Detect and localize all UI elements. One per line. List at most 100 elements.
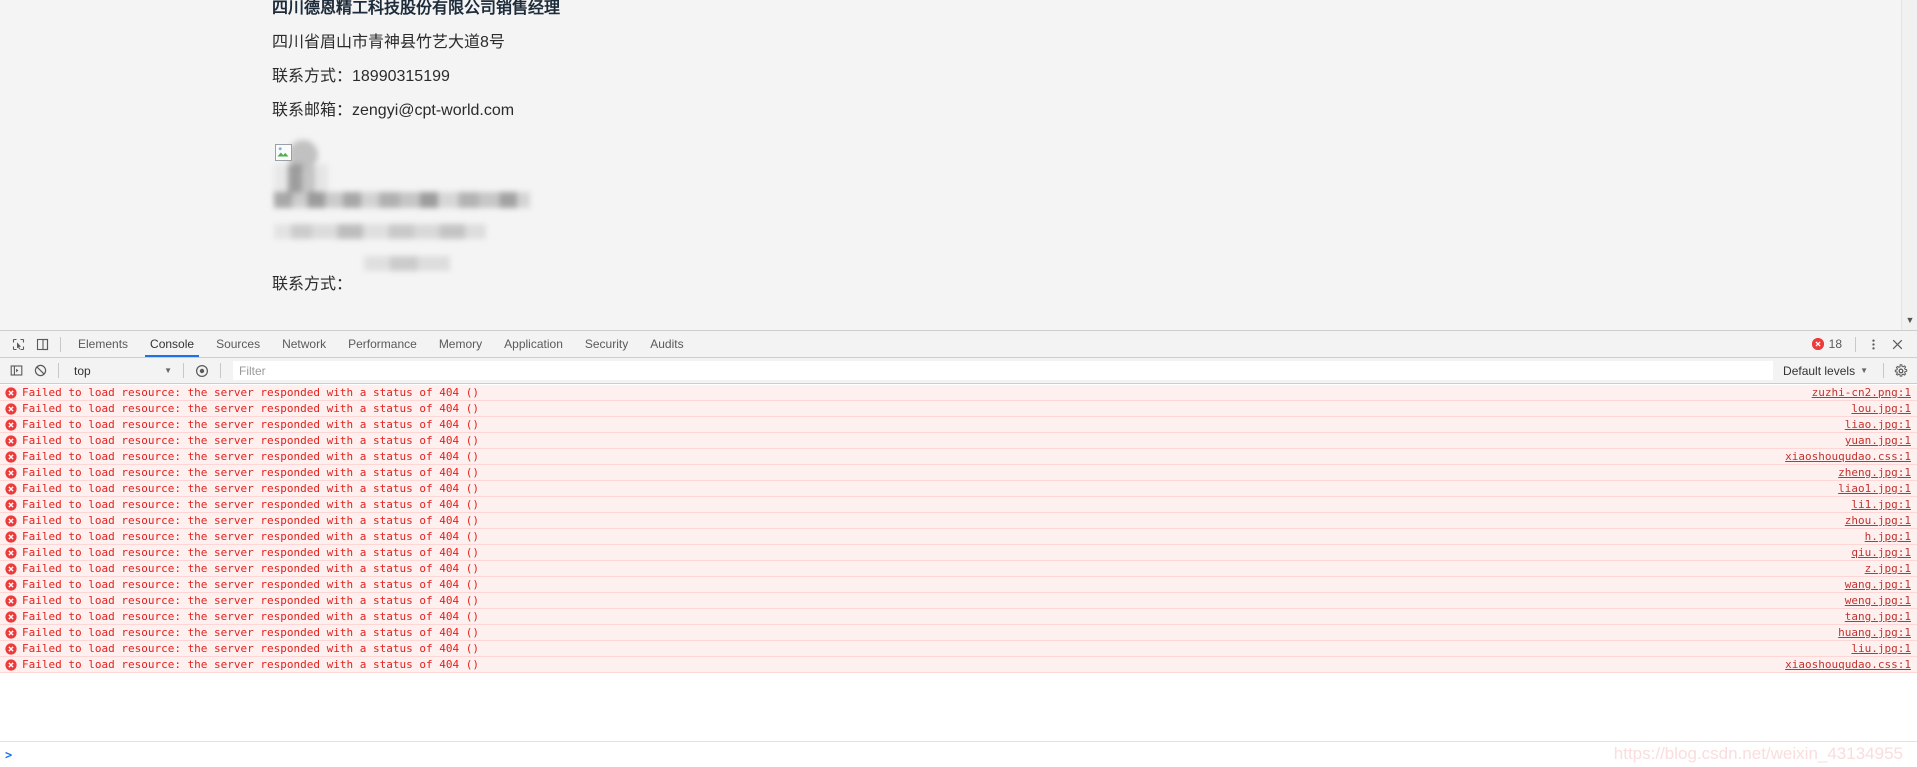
- tab-application[interactable]: Application: [493, 331, 574, 357]
- toolbar-divider: [220, 363, 221, 378]
- console-error-row[interactable]: Failed to load resource: the server resp…: [0, 609, 1917, 625]
- error-icon: [4, 546, 17, 559]
- console-sidebar-toggle-icon[interactable]: [4, 360, 28, 382]
- log-levels-select[interactable]: Default levels ▼: [1773, 361, 1878, 380]
- console-error-row[interactable]: Failed to load resource: the server resp…: [0, 417, 1917, 433]
- page-scrollbar[interactable]: ▼: [1901, 0, 1917, 330]
- toolbar-divider: [58, 363, 59, 378]
- console-message-text: Failed to load resource: the server resp…: [22, 626, 479, 639]
- tab-label: Audits: [650, 337, 684, 351]
- console-toolbar-right: [1878, 360, 1913, 382]
- tab-memory[interactable]: Memory: [428, 331, 493, 357]
- console-error-row[interactable]: Failed to load resource: the server resp…: [0, 593, 1917, 609]
- console-source-link[interactable]: zuzhi-cn2.png:1: [1812, 386, 1911, 399]
- error-icon: [4, 418, 17, 431]
- live-expression-eye-icon[interactable]: [190, 360, 214, 382]
- more-options-icon[interactable]: [1861, 333, 1885, 355]
- console-error-row[interactable]: Failed to load resource: the server resp…: [0, 657, 1917, 673]
- inspect-element-icon[interactable]: [6, 333, 30, 355]
- error-icon: [4, 386, 17, 399]
- console-error-row[interactable]: Failed to load resource: the server resp…: [0, 561, 1917, 577]
- console-source-link[interactable]: liao1.jpg:1: [1838, 482, 1911, 495]
- tabbar-right-controls: 18: [1804, 333, 1911, 355]
- console-error-row[interactable]: Failed to load resource: the server resp…: [0, 577, 1917, 593]
- console-error-row[interactable]: Failed to load resource: the server resp…: [0, 401, 1917, 417]
- error-icon: [4, 578, 17, 591]
- console-toolbar: top ▼ Default levels ▼: [0, 358, 1917, 384]
- console-error-row[interactable]: Failed to load resource: the server resp…: [0, 625, 1917, 641]
- settings-gear-icon[interactable]: [1889, 360, 1913, 382]
- console-source-link[interactable]: wang.jpg:1: [1845, 578, 1911, 591]
- console-source-link[interactable]: yuan.jpg:1: [1845, 434, 1911, 447]
- page-heading: 四川德恩精工科技股份有限公司销售经理: [272, 0, 561, 17]
- toolbar-divider: [60, 336, 61, 352]
- tab-label: Sources: [216, 337, 261, 351]
- console-message-text: Failed to load resource: the server resp…: [22, 610, 479, 623]
- console-source-link[interactable]: zhou.jpg:1: [1845, 514, 1911, 527]
- page-text-line: 联系邮箱：zengyi@cpt-world.com: [272, 102, 515, 119]
- console-filter-input[interactable]: [233, 361, 1774, 380]
- tab-performance[interactable]: Performance: [337, 331, 428, 357]
- devtools-panel: Elements Console Sources Network Perform…: [0, 330, 1917, 767]
- tab-network[interactable]: Network: [271, 331, 337, 357]
- console-source-link[interactable]: xiaoshouqudao.css:1: [1785, 658, 1911, 671]
- devtools-tabbar: Elements Console Sources Network Perform…: [0, 331, 1917, 358]
- chevron-down-icon: ▼: [1860, 366, 1868, 375]
- console-source-link[interactable]: li1.jpg:1: [1851, 498, 1911, 511]
- console-error-row[interactable]: Failed to load resource: the server resp…: [0, 385, 1917, 401]
- error-icon: [4, 562, 17, 575]
- console-source-link[interactable]: lou.jpg:1: [1851, 402, 1911, 415]
- console-error-row[interactable]: Failed to load resource: the server resp…: [0, 545, 1917, 561]
- redacted-image-block: [272, 138, 1372, 271]
- toggle-device-toolbar-icon[interactable]: [30, 333, 54, 355]
- console-source-link[interactable]: tang.jpg:1: [1845, 610, 1911, 623]
- tab-label: Performance: [348, 337, 417, 351]
- tab-audits[interactable]: Audits: [639, 331, 694, 357]
- error-icon: [4, 482, 17, 495]
- console-source-link[interactable]: liu.jpg:1: [1851, 642, 1911, 655]
- tab-security[interactable]: Security: [574, 331, 639, 357]
- tab-elements[interactable]: Elements: [67, 331, 139, 357]
- console-error-row[interactable]: Failed to load resource: the server resp…: [0, 465, 1917, 481]
- console-error-row[interactable]: Failed to load resource: the server resp…: [0, 513, 1917, 529]
- page-viewport: 四川德恩精工科技股份有限公司销售经理 四川省眉山市青神县竹艺大道8号 联系方式：18…: [0, 0, 1917, 330]
- console-source-link[interactable]: huang.jpg:1: [1838, 626, 1911, 639]
- mosaic-block: [274, 224, 486, 239]
- tab-sources[interactable]: Sources: [205, 331, 271, 357]
- mosaic-block: [274, 192, 530, 208]
- clear-console-icon[interactable]: [28, 360, 52, 382]
- prompt-chevron-icon: >: [5, 747, 13, 762]
- broken-image-icon: [275, 144, 292, 161]
- console-source-link[interactable]: qiu.jpg:1: [1851, 546, 1911, 559]
- error-count-badge[interactable]: 18: [1804, 337, 1850, 351]
- close-devtools-icon[interactable]: [1885, 333, 1909, 355]
- console-source-link[interactable]: liao.jpg:1: [1845, 418, 1911, 431]
- tab-label: Network: [282, 337, 327, 351]
- console-error-row[interactable]: Failed to load resource: the server resp…: [0, 529, 1917, 545]
- console-error-row[interactable]: Failed to load resource: the server resp…: [0, 433, 1917, 449]
- console-message-text: Failed to load resource: the server resp…: [22, 482, 479, 495]
- execution-context-select[interactable]: top ▼: [69, 361, 177, 380]
- console-error-row[interactable]: Failed to load resource: the server resp…: [0, 449, 1917, 465]
- tab-console[interactable]: Console: [139, 331, 205, 357]
- console-source-link[interactable]: z.jpg:1: [1865, 562, 1911, 575]
- error-icon: [4, 498, 17, 511]
- console-source-link[interactable]: xiaoshouqudao.css:1: [1785, 450, 1911, 463]
- console-error-row[interactable]: Failed to load resource: the server resp…: [0, 497, 1917, 513]
- console-prompt-input[interactable]: [18, 748, 1917, 761]
- console-error-row[interactable]: Failed to load resource: the server resp…: [0, 481, 1917, 497]
- console-message-text: Failed to load resource: the server resp…: [22, 642, 479, 655]
- console-source-link[interactable]: weng.jpg:1: [1845, 594, 1911, 607]
- console-message-text: Failed to load resource: the server resp…: [22, 466, 479, 479]
- console-prompt-row[interactable]: >: [0, 741, 1917, 767]
- console-message-text: Failed to load resource: the server resp…: [22, 658, 479, 671]
- error-icon: [4, 402, 17, 415]
- tab-label: Elements: [78, 337, 129, 351]
- console-message-list[interactable]: Failed to load resource: the server resp…: [0, 385, 1917, 740]
- console-error-row[interactable]: Failed to load resource: the server resp…: [0, 641, 1917, 657]
- console-source-link[interactable]: h.jpg:1: [1865, 530, 1911, 543]
- scroll-down-arrow-icon[interactable]: ▼: [1902, 313, 1917, 327]
- error-count-label: 18: [1828, 337, 1842, 351]
- toolbar-divider: [1855, 336, 1856, 352]
- console-source-link[interactable]: zheng.jpg:1: [1838, 466, 1911, 479]
